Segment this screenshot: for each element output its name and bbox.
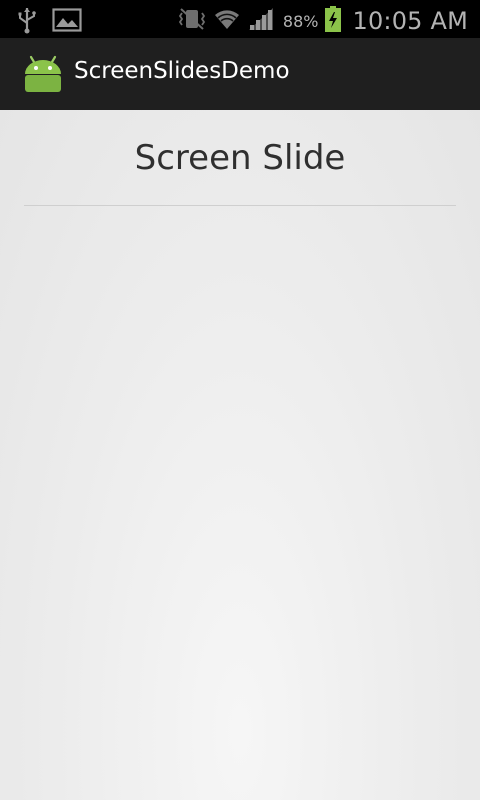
status-bar-right: 88% 10:05 AM	[177, 5, 468, 37]
main-content: Screen Slide	[0, 110, 480, 800]
vibrate-icon	[177, 7, 207, 35]
action-bar: ScreenSlidesDemo	[0, 38, 480, 112]
signal-icon	[247, 6, 275, 36]
clock: 10:05 AM	[352, 7, 468, 35]
usb-icon	[16, 6, 38, 38]
battery-icon	[324, 5, 342, 37]
status-bar: 88% 10:05 AM	[0, 0, 480, 38]
battery-percent: 88%	[282, 11, 319, 31]
wifi-icon	[213, 7, 241, 35]
android-icon[interactable]	[22, 52, 64, 94]
page-title: Screen Slide	[134, 138, 346, 178]
title-divider	[24, 205, 456, 206]
app-title: ScreenSlidesDemo	[74, 58, 290, 84]
status-bar-left	[16, 6, 82, 38]
image-icon	[52, 7, 82, 37]
